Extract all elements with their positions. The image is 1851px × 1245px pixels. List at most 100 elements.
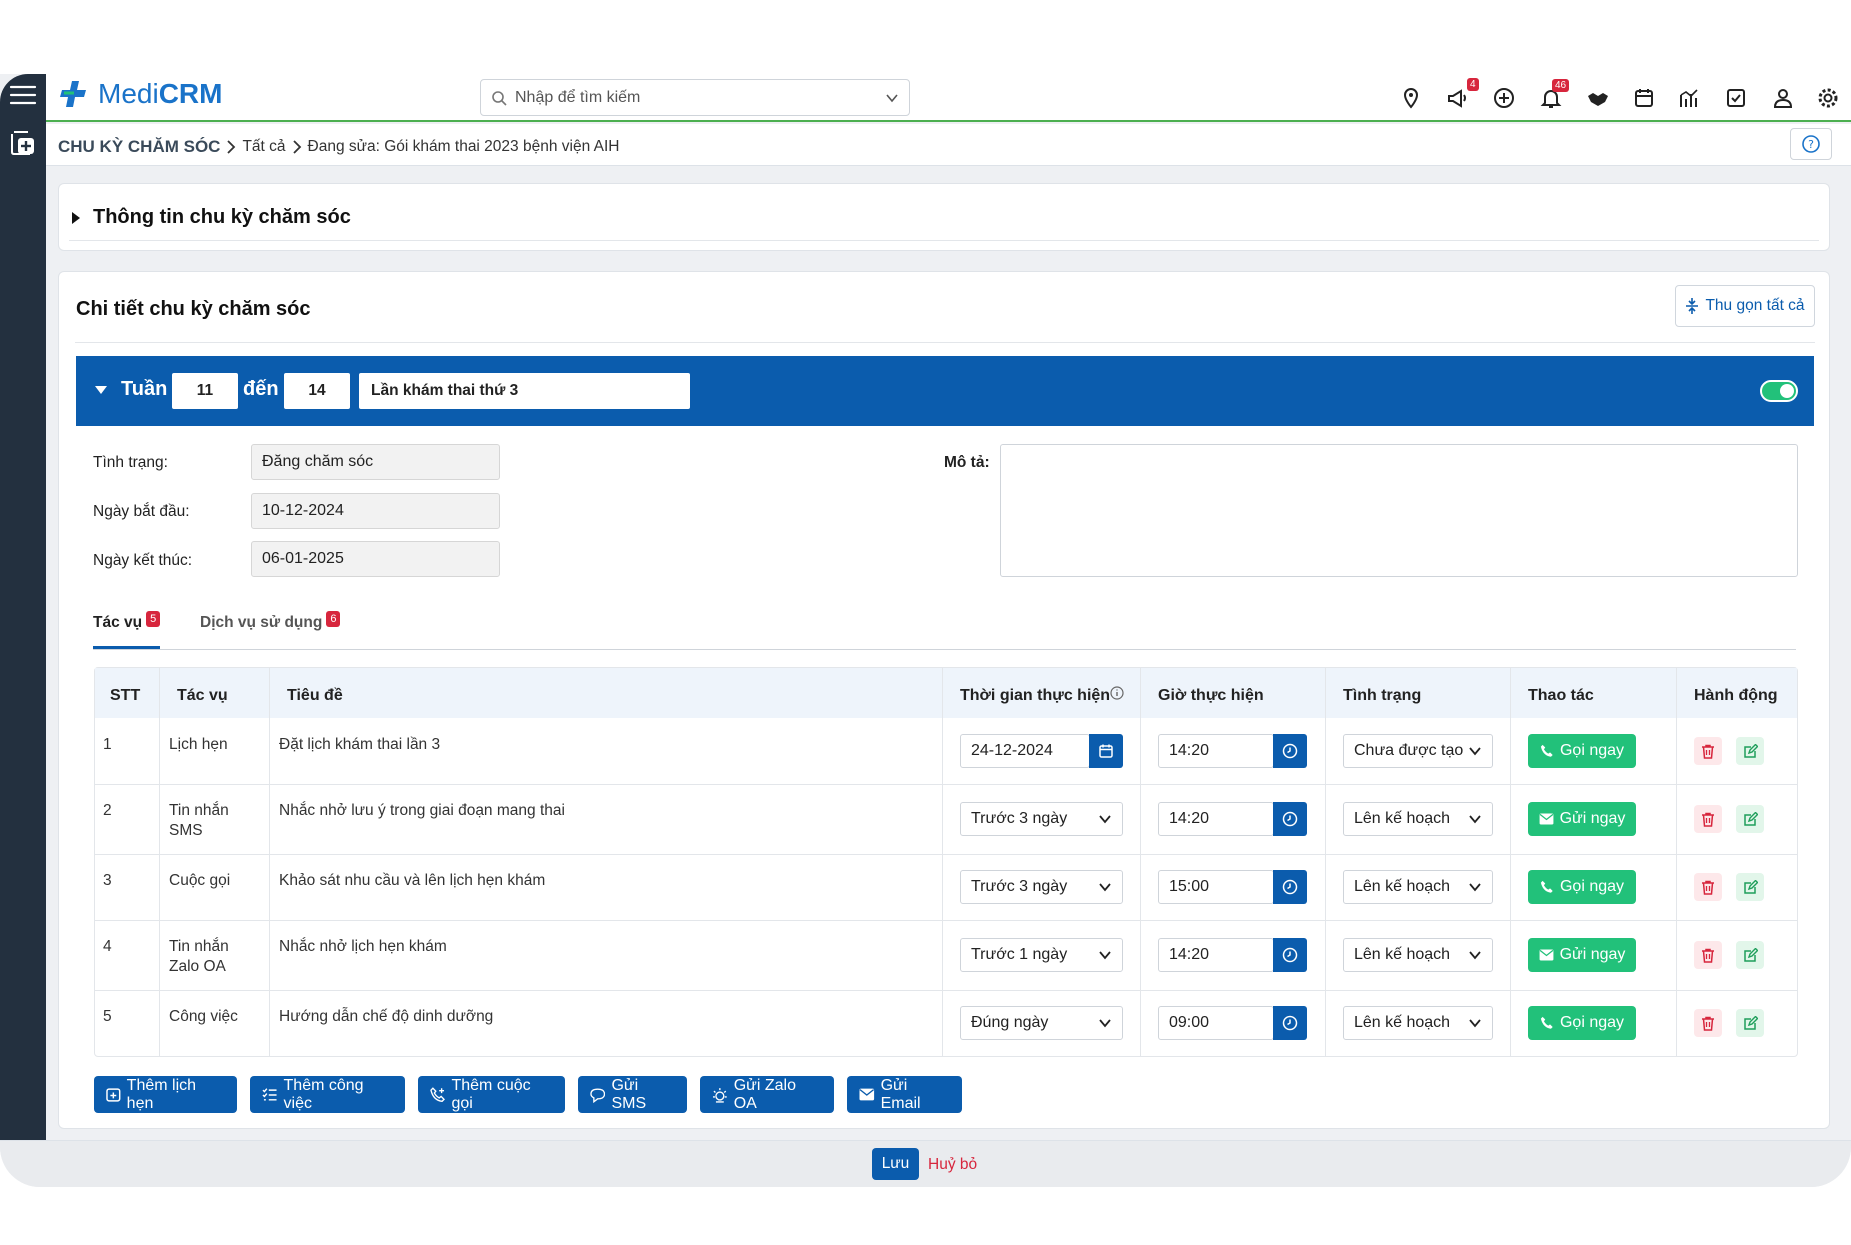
timing-value: Trước 3 ngày (971, 878, 1068, 895)
medical-cross-icon (60, 81, 86, 107)
status-select[interactable]: Lên kế hoạch (1343, 938, 1493, 972)
edit-button[interactable] (1736, 737, 1764, 765)
header-time: Giờ thực hiện (1158, 687, 1264, 704)
breadcrumb-root[interactable]: CHU KỲ CHĂM SÓC (58, 137, 220, 157)
caret-right-icon (72, 211, 80, 224)
edit-button[interactable] (1736, 873, 1764, 901)
collapse-all-button[interactable]: Thu gọn tất cả (1675, 285, 1815, 327)
megaphone-icon[interactable] (1446, 86, 1470, 110)
end-date-label: Ngày kết thúc: (93, 552, 193, 569)
header-stt: STT (110, 687, 141, 704)
time-input[interactable]: 09:00 (1158, 1006, 1274, 1040)
send-zalo-button[interactable]: Gửi Zalo OA (700, 1076, 834, 1113)
chevron-down-icon (1469, 747, 1481, 756)
edit-button[interactable] (1736, 805, 1764, 833)
status-select[interactable]: Chưa được tạo (1343, 734, 1493, 768)
cancel-button[interactable]: Huỷ bỏ (928, 1156, 977, 1174)
add-task-label: Thêm công việc (283, 1076, 364, 1112)
calendar-icon[interactable] (1632, 86, 1656, 110)
gear-icon[interactable] (1816, 86, 1840, 110)
time-picker-button[interactable] (1273, 802, 1307, 836)
divider (69, 240, 1819, 241)
send-email-label: Gửi Email (880, 1076, 921, 1112)
quick-action-button[interactable]: Gửi ngay (1528, 802, 1636, 836)
chart-icon[interactable] (1678, 86, 1702, 110)
time-picker-button[interactable] (1273, 1006, 1307, 1040)
timing-select[interactable]: Trước 3 ngày (960, 802, 1123, 836)
quick-action-button[interactable]: Gọi ngay (1528, 734, 1636, 768)
timing-select[interactable]: Đúng ngày (960, 1006, 1123, 1040)
task-check-icon[interactable] (1724, 86, 1748, 110)
status-select[interactable]: Lên kế hoạch (1343, 870, 1493, 904)
info-section-header[interactable]: Thông tin chu kỳ chăm sóc (71, 206, 351, 229)
week-name-input[interactable]: Lần khám thai thứ 3 (359, 373, 690, 409)
week-toggle[interactable] (1760, 380, 1798, 402)
edit-button[interactable] (1736, 941, 1764, 969)
status-select-value: Chưa được tạo (1354, 742, 1464, 759)
quick-action-button[interactable]: Gọi ngay (1528, 870, 1636, 904)
status-select[interactable]: Lên kế hoạch (1343, 1006, 1493, 1040)
tab-tasks[interactable]: Tác vụ 5 (93, 611, 161, 632)
edit-icon (1743, 811, 1758, 826)
time-picker-button[interactable] (1273, 870, 1307, 904)
add-call-button[interactable]: Thêm cuộc gọi (418, 1076, 565, 1113)
add-appointment-button[interactable]: Thêm lịch hẹn (94, 1076, 237, 1113)
delete-button[interactable] (1694, 805, 1722, 833)
tab-services[interactable]: Dịch vụ sử dụng 6 (200, 611, 341, 632)
search-box[interactable]: Nhập để tìm kiếm (480, 79, 910, 116)
handshake-icon[interactable] (1586, 86, 1610, 110)
send-email-button[interactable]: Gửi Email (847, 1076, 962, 1113)
delete-button[interactable] (1694, 873, 1722, 901)
quick-action-button[interactable]: Gọi ngay (1528, 1006, 1636, 1040)
breadcrumb-level1[interactable]: Tất cả (242, 138, 285, 156)
quick-action-label: Gửi ngay (1559, 946, 1626, 963)
date-picker-button[interactable] (1089, 734, 1123, 768)
chevron-down-icon (1469, 883, 1481, 892)
search-input[interactable]: Nhập để tìm kiếm (515, 89, 877, 107)
caret-down-icon[interactable] (94, 385, 108, 395)
add-module-icon[interactable] (8, 128, 38, 158)
chevron-down-icon[interactable] (885, 91, 899, 105)
delete-button[interactable] (1694, 1009, 1722, 1037)
tab-services-label: Dịch vụ sử dụng (200, 614, 323, 631)
timing-select[interactable]: Trước 3 ngày (960, 870, 1123, 904)
edit-icon (1743, 947, 1758, 962)
calendar-plus-icon (106, 1088, 121, 1102)
time-input[interactable]: 15:00 (1158, 870, 1274, 904)
info-icon[interactable] (1110, 686, 1124, 700)
week-to-input[interactable]: 14 (284, 373, 350, 409)
clock-icon (1282, 811, 1298, 827)
help-button[interactable]: ? (1790, 128, 1832, 160)
plus-circle-icon[interactable] (1492, 86, 1516, 110)
time-input[interactable]: 14:20 (1158, 734, 1274, 768)
add-task-button[interactable]: Thêm công việc (250, 1076, 405, 1113)
cell-task-line2: SMS (169, 822, 203, 839)
user-icon[interactable] (1771, 86, 1795, 110)
start-date-value: 10-12-2024 (262, 502, 344, 519)
week-from-input[interactable]: 11 (172, 373, 238, 409)
send-sms-button[interactable]: Gửi SMS (578, 1076, 687, 1113)
status-select[interactable]: Lên kế hoạch (1343, 802, 1493, 836)
delete-button[interactable] (1694, 941, 1722, 969)
cell-stt: 1 (103, 736, 112, 753)
description-textarea[interactable] (1000, 444, 1798, 577)
menu-icon[interactable] (8, 80, 38, 110)
breadcrumb: CHU KỲ CHĂM SÓC Tất cả Đang sửa: Gói khá… (58, 136, 619, 158)
svg-text:?: ? (1808, 138, 1814, 151)
location-icon[interactable] (1399, 86, 1423, 110)
date-input[interactable]: 24-12-2024 (960, 734, 1090, 768)
edit-button[interactable] (1736, 1009, 1764, 1037)
app-logo[interactable]: MediCRM (60, 76, 222, 112)
time-picker-button[interactable] (1273, 734, 1307, 768)
save-button[interactable]: Lưu (872, 1148, 919, 1180)
quick-action-button[interactable]: Gửi ngay (1528, 938, 1636, 972)
time-input[interactable]: 14:20 (1158, 938, 1274, 972)
timing-select[interactable]: Trước 1 ngày (960, 938, 1123, 972)
quick-action-label: Gọi ngay (1559, 878, 1625, 895)
time-input[interactable]: 14:20 (1158, 802, 1274, 836)
delete-button[interactable] (1694, 737, 1722, 765)
col-line (1140, 668, 1141, 1056)
end-date-field: 06-01-2025 (251, 541, 500, 577)
edit-icon (1743, 1015, 1758, 1030)
time-picker-button[interactable] (1273, 938, 1307, 972)
